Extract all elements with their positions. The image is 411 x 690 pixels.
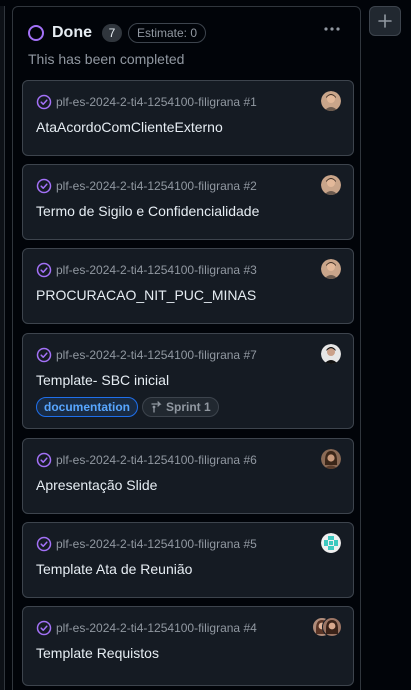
done-column: Done 7 Estimate: 0 This has been complet… xyxy=(12,6,361,690)
label-documentation[interactable]: documentation xyxy=(36,397,138,417)
issue-title[interactable]: Template Requistos xyxy=(36,645,159,661)
assignee-avatar[interactable] xyxy=(321,175,341,195)
issue-ref-text: plf-es-2024-2-ti4-1254100-filigrana #3 xyxy=(56,263,257,277)
issue-ref-text: plf-es-2024-2-ti4-1254100-filigrana #4 xyxy=(56,621,257,635)
done-status-icon xyxy=(28,25,44,41)
issue-ref-text: plf-es-2024-2-ti4-1254100-filigrana #6 xyxy=(56,453,257,467)
issue-title[interactable]: Template Ata de Reunião xyxy=(36,561,192,577)
issue-title[interactable]: AtaAcordoComClienteExterno xyxy=(36,119,223,135)
issue-title[interactable]: Termo de Sigilo e Confidencialidade xyxy=(36,203,259,219)
item-count-badge: 7 xyxy=(102,24,122,42)
issue-title[interactable]: PROCURACAO_NIT_PUC_MINAS xyxy=(36,287,256,303)
card-labels: documentation Sprint 1 xyxy=(36,397,219,417)
kebab-horizontal-icon xyxy=(324,27,340,31)
issue-reference: plf-es-2024-2-ti4-1254100-filigrana #4 xyxy=(36,620,257,636)
issue-reference: plf-es-2024-2-ti4-1254100-filigrana #7 xyxy=(36,347,257,363)
issue-reference: plf-es-2024-2-ti4-1254100-filigrana #5 xyxy=(36,536,257,552)
iteration-icon xyxy=(151,401,162,413)
plus-icon xyxy=(378,14,392,28)
issue-ref-text: plf-es-2024-2-ti4-1254100-filigrana #2 xyxy=(56,179,257,193)
issue-closed-icon xyxy=(36,452,52,468)
estimate-badge: Estimate: 0 xyxy=(128,23,207,43)
issue-closed-icon xyxy=(36,262,52,278)
assignee-avatar[interactable] xyxy=(321,344,341,364)
issue-reference: plf-es-2024-2-ti4-1254100-filigrana #2 xyxy=(36,178,257,194)
issue-card[interactable]: plf-es-2024-2-ti4-1254100-filigrana #3 P… xyxy=(22,248,354,324)
project-board: Done 7 Estimate: 0 This has been complet… xyxy=(0,0,411,690)
issue-reference: plf-es-2024-2-ti4-1254100-filigrana #1 xyxy=(36,94,257,110)
issue-reference: plf-es-2024-2-ti4-1254100-filigrana #6 xyxy=(36,452,257,468)
column-description: This has been completed xyxy=(28,51,185,67)
issue-ref-text: plf-es-2024-2-ti4-1254100-filigrana #5 xyxy=(56,537,257,551)
column-options-button[interactable] xyxy=(320,19,344,39)
issue-title[interactable]: Apresentação Slide xyxy=(36,477,157,493)
issue-closed-icon xyxy=(36,347,52,363)
issue-card[interactable]: plf-es-2024-2-ti4-1254100-filigrana #2 T… xyxy=(22,164,354,240)
assignee-avatar[interactable] xyxy=(321,259,341,279)
issue-ref-text: plf-es-2024-2-ti4-1254100-filigrana #7 xyxy=(56,348,257,362)
issue-reference: plf-es-2024-2-ti4-1254100-filigrana #3 xyxy=(36,262,257,278)
issue-card[interactable]: plf-es-2024-2-ti4-1254100-filigrana #7 T… xyxy=(22,333,354,429)
issue-closed-icon xyxy=(36,536,52,552)
issue-card[interactable]: plf-es-2024-2-ti4-1254100-filigrana #4 T… xyxy=(22,606,354,686)
iteration-sprint-badge[interactable]: Sprint 1 xyxy=(142,397,219,417)
issue-closed-icon xyxy=(36,620,52,636)
assignee-avatar[interactable] xyxy=(321,533,341,553)
issue-card[interactable]: plf-es-2024-2-ti4-1254100-filigrana #6 A… xyxy=(22,438,354,514)
sprint-label: Sprint 1 xyxy=(166,400,211,414)
issue-closed-icon xyxy=(36,178,52,194)
column-header: Done 7 Estimate: 0 xyxy=(28,21,207,45)
add-column-button[interactable] xyxy=(369,6,401,36)
issue-title[interactable]: Template- SBC inicial xyxy=(36,372,169,388)
issue-closed-icon xyxy=(36,94,52,110)
assignee-avatar[interactable] xyxy=(321,91,341,111)
issue-ref-text: plf-es-2024-2-ti4-1254100-filigrana #1 xyxy=(56,95,257,109)
issue-card[interactable]: plf-es-2024-2-ti4-1254100-filigrana #1 A… xyxy=(22,80,354,156)
previous-column-edge xyxy=(0,6,5,690)
issue-card[interactable]: plf-es-2024-2-ti4-1254100-filigrana #5 T… xyxy=(22,522,354,598)
stacked-assignee-avatars[interactable] xyxy=(312,617,342,637)
assignee-avatar[interactable] xyxy=(321,449,341,469)
column-title: Done xyxy=(52,24,92,41)
